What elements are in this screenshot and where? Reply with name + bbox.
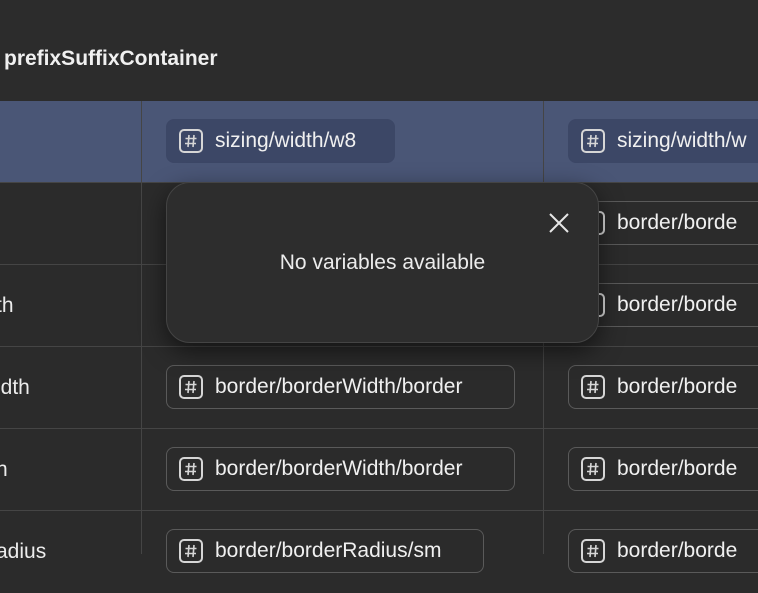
variable-chip[interactable]: border/borderWidth/border <box>166 365 515 409</box>
table-row-selected[interactable]: sizing/width/w8 sizing/width/w <box>0 101 758 183</box>
row-divider <box>0 510 758 511</box>
variable-chip[interactable]: border/borde <box>568 447 758 491</box>
chip-label: border/borderWidth/border <box>215 375 463 398</box>
chip-label: border/borde <box>617 293 738 316</box>
chip-label: sizing/width/w8 <box>215 129 357 152</box>
row-label: adius <box>0 540 47 563</box>
variable-chip[interactable]: border/borderWidth/border <box>166 447 515 491</box>
row-divider <box>0 428 758 429</box>
variable-chip[interactable]: border/borde <box>568 529 758 573</box>
hash-icon <box>179 457 203 481</box>
hash-icon <box>581 375 605 399</box>
chip-label: border/borde <box>617 375 738 398</box>
hash-icon <box>581 129 605 153</box>
hash-icon <box>179 129 203 153</box>
chip-label: sizing/width/w <box>617 129 747 152</box>
chip-label: border/borderRadius/sm <box>215 539 442 562</box>
table-row[interactable]: adius border/borderRadius/sm border/bord… <box>0 511 758 593</box>
variable-chip[interactable]: border/borderRadius/sm <box>166 529 484 573</box>
variable-chip[interactable]: sizing/width/w8 <box>166 119 395 163</box>
variable-chip[interactable]: sizing/width/w <box>568 119 758 163</box>
component-title: prefixSuffixContainer <box>4 47 218 70</box>
column-divider <box>141 101 142 554</box>
chip-label: border/borderWidth/border <box>215 457 463 480</box>
chip-label: border/borde <box>617 457 738 480</box>
hash-icon <box>179 375 203 399</box>
hash-icon <box>581 539 605 563</box>
table-row[interactable]: idth border/borderWidth/border border/bo… <box>0 347 758 429</box>
empty-state-message: No variables available <box>279 251 486 274</box>
hash-icon <box>581 457 605 481</box>
row-divider <box>0 346 758 347</box>
variables-popover: No variables available <box>166 182 599 343</box>
close-icon[interactable] <box>543 207 575 239</box>
table-row[interactable]: h border/borderWidth/border border/borde <box>0 429 758 511</box>
variable-chip[interactable]: border/borde <box>568 365 758 409</box>
row-label: idth <box>0 376 30 399</box>
chip-label: border/borde <box>617 211 738 234</box>
row-label: th <box>0 294 14 317</box>
row-label: h <box>0 458 8 481</box>
hash-icon <box>179 539 203 563</box>
chip-label: border/borde <box>617 539 738 562</box>
table-header-bar: prefixSuffixContainer <box>0 0 758 102</box>
